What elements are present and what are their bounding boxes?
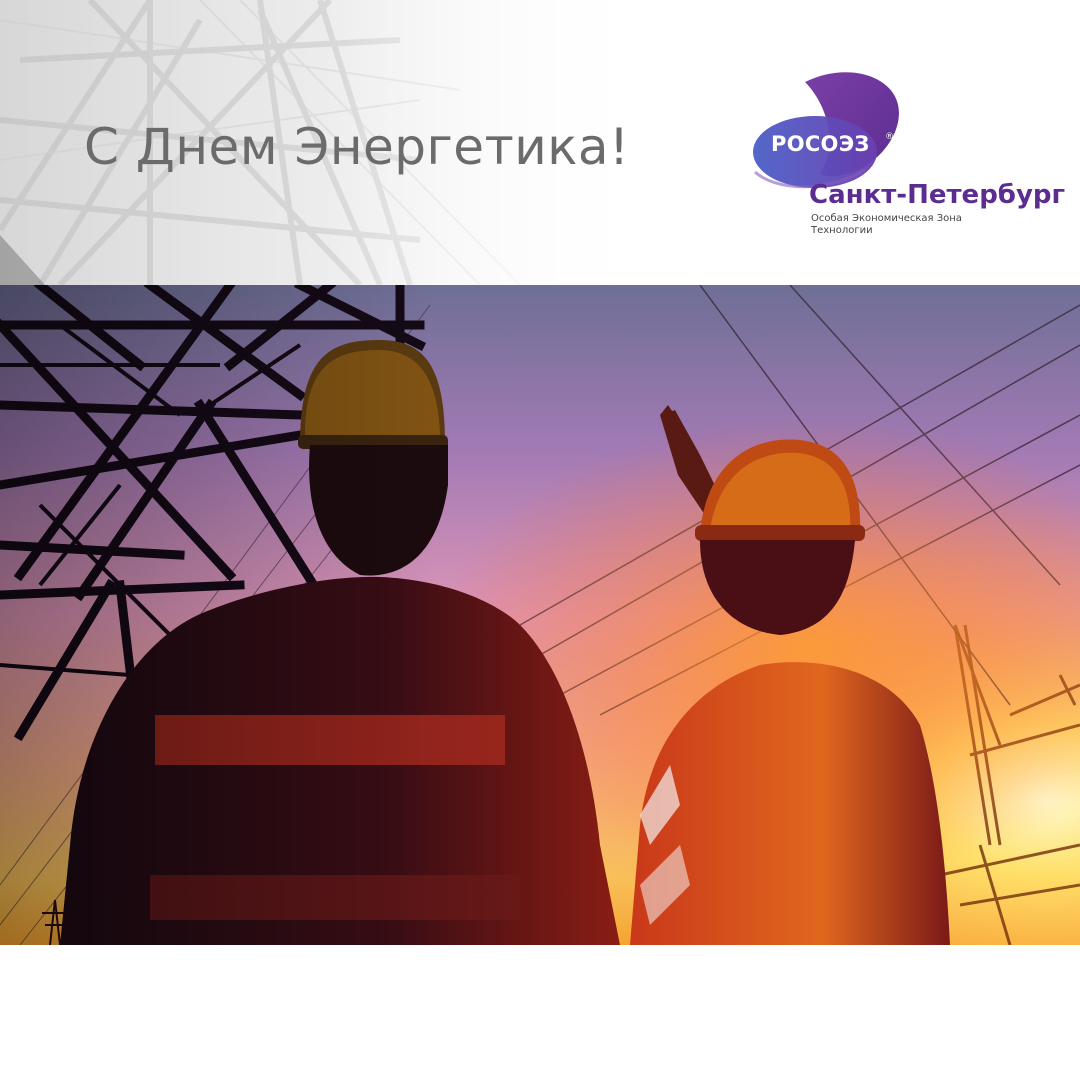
logo-wordmark: РОСОЭЗ (771, 132, 870, 156)
greeting-card: С Днем Энергетика! РОСОЭЗ ® Санкт-Петерб… (0, 0, 1080, 1080)
rosoez-logo: РОСОЭЗ ® Санкт-Петербург Особая Экономич… (745, 62, 1065, 237)
registered-mark: ® (885, 132, 894, 142)
header-banner: С Днем Энергетика! РОСОЭЗ ® Санкт-Петерб… (0, 0, 1080, 285)
bottom-blank-band (0, 945, 1080, 1080)
sunset-scene (0, 285, 1080, 945)
logo-city: Санкт-Петербург (809, 180, 1066, 210)
engineers-photo (0, 285, 1080, 945)
logo-subtitle-line2: Технологии (811, 225, 873, 236)
greeting-title: С Днем Энергетика! (84, 118, 630, 176)
logo-subtitle-line1: Особая Экономическая Зона (811, 213, 962, 224)
